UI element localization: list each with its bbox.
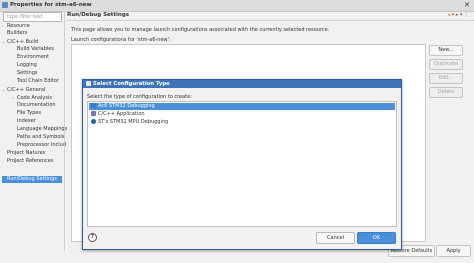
page-nav-icons: ◂ ▾ ▸ ▾ ⋮ [448,12,469,18]
cpp-application-icon [91,111,96,116]
help-icon[interactable]: ? [88,233,97,242]
tree-item-builders[interactable]: Builders [7,30,27,37]
list-item-st-stm32-mpu-debugging[interactable]: ST's STM32 MPU Debugging [89,119,395,126]
filter-input[interactable]: type filter text [3,12,62,22]
cancel-button[interactable]: Cancel [316,232,355,244]
ok-button[interactable]: OK [357,232,396,244]
tree-item-run-debug-settings[interactable]: Run/Debug Settings [2,176,62,183]
list-item-ac6-stm32-debugging[interactable]: Ac6 STM32 Debugging [89,103,395,110]
tree-item-project-references[interactable]: Project References [7,158,53,165]
new-button[interactable]: New... [429,45,463,56]
filter-placeholder: type filter text [7,14,43,20]
page-title: Run/Debug Settings [67,12,130,18]
back-arrow-icon[interactable]: ◂ [448,12,451,18]
dialog-icon [86,81,91,86]
eclipse-app-icon [2,2,8,8]
view-menu-icon[interactable]: ⋮ [464,12,469,18]
tree-item-documentation[interactable]: Documentation [17,102,56,109]
apply-button[interactable]: Apply [436,245,471,257]
tree-item-cpp-build[interactable]: ⌄ C/C++ Build [2,38,38,45]
window-titlebar: Properties for stm-a6-new ✕ [0,0,474,12]
mpu-debug-icon [91,119,96,124]
tree-item-code-analysis[interactable]: › Code Analysis [12,94,52,101]
tree-item-tool-chain-editor[interactable]: Tool Chain Editor [17,78,59,85]
tree-item-preprocessor-include[interactable]: Preprocessor Includ [17,142,66,149]
menu-dropdown-icon[interactable]: ▾ [460,12,463,18]
header-divider [66,20,474,21]
sash-divider[interactable] [64,11,65,251]
tree-item-build-variables[interactable]: Build Variables [17,46,54,53]
menu-dropdown-icon[interactable]: ▾ [452,12,455,18]
debug-config-icon [91,103,96,108]
tree-item-settings[interactable]: Settings [17,70,38,77]
tree-item-resource[interactable]: › Resource [2,22,30,29]
tree-item-indexer[interactable]: Indexer [17,118,36,125]
delete-button[interactable]: Delete [429,87,463,98]
page-description: This page allows you to manage launch co… [71,27,330,33]
dialog-titlebar: Select Configuration Type [83,80,401,88]
tree-item-paths-and-symbols[interactable]: Paths and Symbols [17,134,64,141]
tree-item-environment[interactable]: Environment [17,54,49,61]
edit-button[interactable]: Edit... [429,73,463,84]
forward-arrow-icon[interactable]: ▸ [456,12,459,18]
duplicate-button[interactable]: Duplicate [429,59,463,70]
select-configuration-type-dialog: Select Configuration Type Select the typ… [82,79,402,250]
tree-item-logging[interactable]: Logging [17,62,37,69]
configuration-type-list[interactable]: Ac6 STM32 Debugging C/C++ Application ST… [87,101,397,227]
window-title: Properties for stm-a6-new [10,2,92,8]
close-icon[interactable]: ✕ [464,1,470,9]
list-item-cpp-application[interactable]: C/C++ Application [89,111,395,118]
tree-item-cpp-general[interactable]: ⌄ C/C++ General [2,86,45,93]
launch-configurations-label: Launch configurations for 'stm-a6-new': [71,37,171,43]
tree-item-file-types[interactable]: File Types [17,110,41,117]
preferences-tree: › Resource Builders ⌄ C/C++ Build Build Va… [0,22,67,242]
dialog-prompt: Select the type of configuration to crea… [87,94,192,100]
tree-item-project-natures[interactable]: Project Natures [7,150,45,157]
tree-item-language-mappings[interactable]: Language Mappings [17,126,67,133]
dialog-title: Select Configuration Type [93,81,170,87]
